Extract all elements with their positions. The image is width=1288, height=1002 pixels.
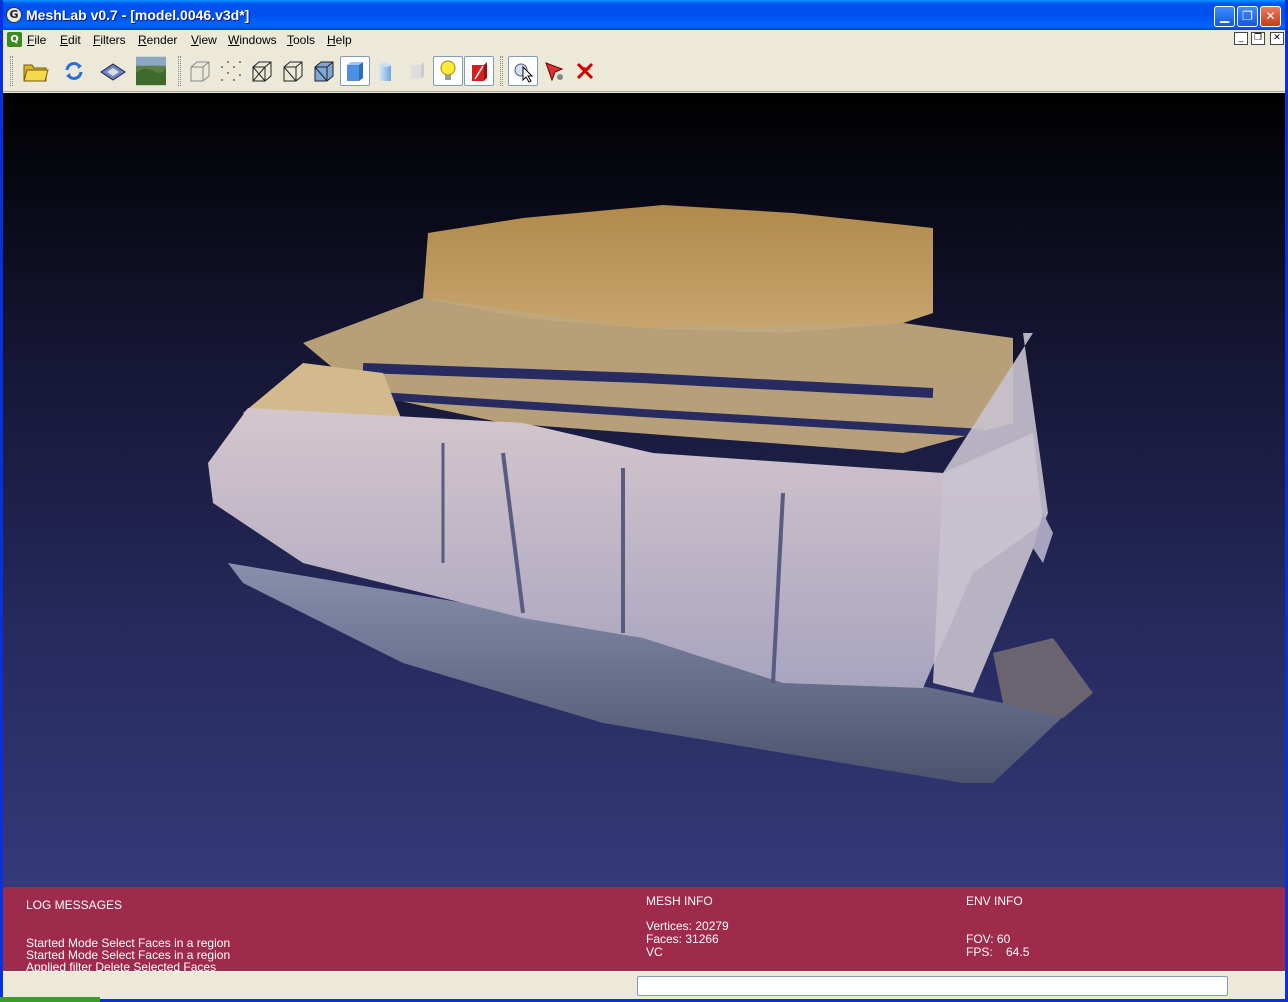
toolbar: [3, 50, 1285, 92]
menu-bar: Q File Edit Filters Render View Windows …: [3, 30, 1285, 50]
close-button[interactable]: ✕: [1260, 6, 1281, 27]
bounding-box-icon[interactable]: [185, 56, 215, 86]
mdi-minimize-button[interactable]: _: [1234, 32, 1248, 45]
menu-help-label: elp: [335, 33, 352, 47]
select-faces-icon[interactable]: [508, 56, 538, 86]
info-panel: LOG MESSAGES Started Mode Select Faces i…: [3, 887, 1285, 971]
smooth-shading-icon[interactable]: [371, 56, 401, 86]
menu-view-label: iew: [198, 33, 217, 47]
light-bulb-icon[interactable]: [433, 56, 463, 86]
mesh-info-header: MESH INFO: [646, 894, 713, 908]
menu-help-accel: H: [327, 33, 336, 47]
menu-windows-accel: W: [228, 33, 240, 47]
texture-icon[interactable]: [402, 56, 432, 86]
menu-file[interactable]: File: [27, 33, 46, 47]
title-bar[interactable]: G MeshLab v0.7 - [model.0046.v3d*] ▁ ❐ ✕: [3, 0, 1285, 30]
menu-filters[interactable]: Filters: [93, 33, 126, 47]
toolbar-grip[interactable]: [10, 56, 13, 86]
env-info-header: ENV INFO: [966, 894, 1023, 908]
reload-icon[interactable]: [59, 56, 89, 86]
select-vertex-icon[interactable]: [539, 56, 569, 86]
menu-edit-accel: E: [60, 33, 69, 47]
taskbar-start-strip: [0, 997, 100, 1002]
minimize-button[interactable]: ▁: [1214, 6, 1235, 27]
menu-edit-label: dit: [68, 33, 81, 47]
mdi-restore-button[interactable]: ❐: [1251, 32, 1265, 45]
maximize-button[interactable]: ❐: [1237, 6, 1258, 27]
points-icon[interactable]: [216, 56, 246, 86]
menu-view[interactable]: View: [191, 33, 217, 47]
snapshot-icon[interactable]: [136, 56, 166, 86]
window-title: MeshLab v0.7 - [model.0046.v3d*]: [26, 7, 250, 23]
menu-windows-label: indows: [239, 33, 277, 47]
mdi-close-button[interactable]: ✕: [1270, 32, 1284, 45]
menu-tools-label: ools: [293, 33, 316, 47]
flat-shading-icon[interactable]: [340, 56, 370, 86]
menu-file-label: ile: [34, 33, 47, 47]
meshlab-app-icon[interactable]: G: [6, 7, 22, 23]
flat-lines-icon[interactable]: [309, 56, 339, 86]
progress-bar: [637, 976, 1228, 996]
menu-view-accel: V: [191, 33, 199, 47]
mesh-render: [208, 205, 1093, 783]
menu-filters-label: ilters: [100, 33, 126, 47]
vertex-color-flag: VC: [646, 945, 663, 959]
double-side-lighting-icon[interactable]: [464, 56, 494, 86]
wireframe-icon[interactable]: [247, 56, 277, 86]
menu-help[interactable]: Help: [327, 33, 352, 47]
toolbar-grip[interactable]: [500, 56, 503, 86]
log-messages-header: LOG MESSAGES: [26, 898, 123, 912]
toolbar-grip[interactable]: [178, 56, 181, 86]
delete-selected-icon[interactable]: [570, 56, 600, 86]
hidden-lines-icon[interactable]: [278, 56, 308, 86]
save-disk-icon[interactable]: [98, 56, 128, 86]
menu-windows[interactable]: Windows: [228, 33, 277, 47]
status-bar: [3, 971, 1285, 999]
menu-render-accel: R: [138, 33, 147, 47]
meshlab-window: G MeshLab v0.7 - [model.0046.v3d*] ▁ ❐ ✕…: [0, 0, 1288, 1002]
3d-viewport[interactable]: [3, 93, 1285, 887]
menu-render-label: ender: [146, 33, 178, 47]
menu-render[interactable]: Render: [138, 33, 177, 47]
menu-tools[interactable]: Tools: [287, 33, 315, 47]
menu-edit[interactable]: Edit: [60, 33, 81, 47]
open-folder-icon[interactable]: [21, 56, 51, 86]
mdi-child-icon[interactable]: Q: [7, 32, 22, 47]
fps-value: FPS: 64.5: [966, 945, 1030, 959]
log-line: Applied filter Delete Selected Faces: [26, 960, 217, 972]
